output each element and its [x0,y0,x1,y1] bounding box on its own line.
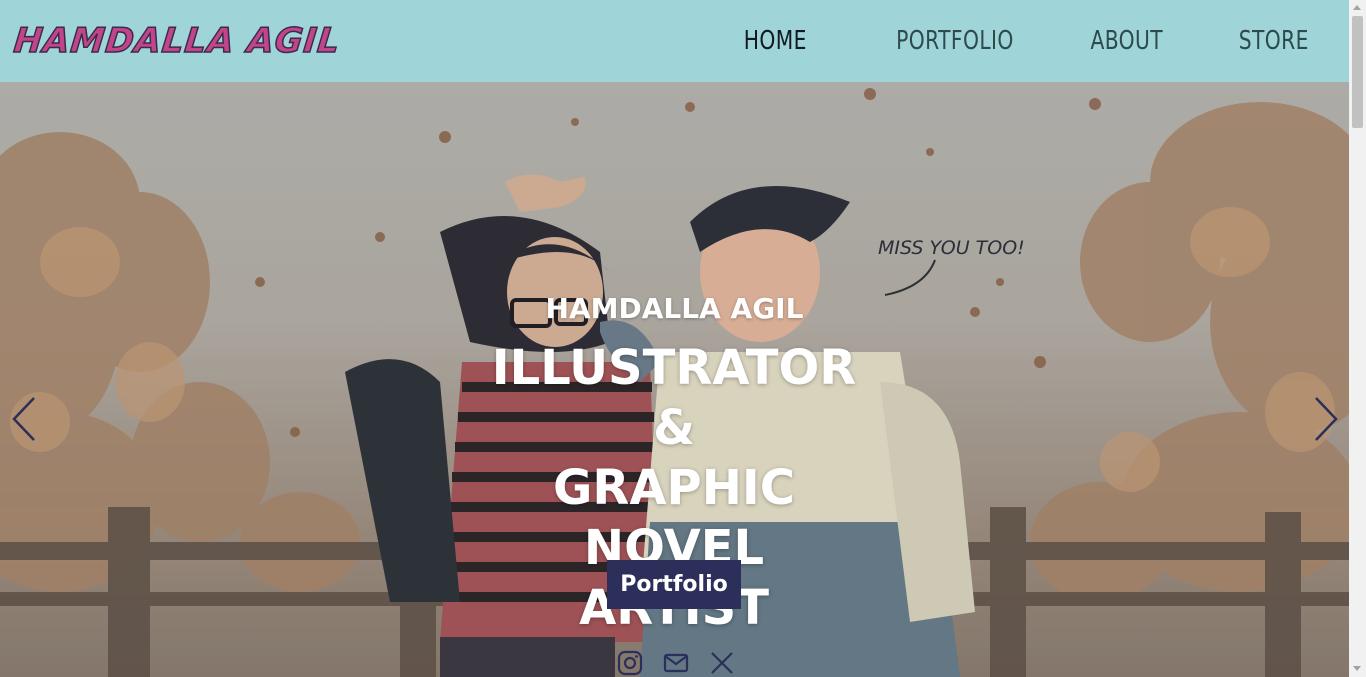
portfolio-button[interactable]: Portfolio [607,560,741,609]
nav-home[interactable]: HOME [744,26,807,56]
hero-slider: MISS YOU TOO! HAMDALLA AGIL ILLUSTRATOR … [0,82,1349,677]
next-slide-arrow-icon[interactable] [1310,395,1340,443]
instagram-icon[interactable] [616,649,644,677]
previous-slide-arrow-icon[interactable] [10,395,40,443]
nav-about[interactable]: ABOUT [1091,26,1164,56]
nav-portfolio[interactable]: PORTFOLIO [897,26,1015,56]
main-nav: HOME PORTFOLIO ABOUT STORE [670,26,1309,56]
scroll-thumb[interactable] [1352,16,1363,128]
social-links [616,649,736,677]
mail-icon[interactable] [662,649,690,677]
nav-store[interactable]: STORE [1239,26,1309,56]
page-scrollbar[interactable] [1349,0,1366,677]
hero-name: HAMDALLA AGIL [545,292,804,325]
scroll-down-icon[interactable] [1353,666,1361,671]
site-logo[interactable]: HAMDALLA AGIL [11,20,343,62]
scroll-up-icon[interactable] [1353,5,1361,10]
hero-title-line-1: ILLUSTRATOR & [491,340,857,456]
site-header: HAMDALLA AGIL HOME PORTFOLIO ABOUT STORE [0,0,1349,82]
x-icon[interactable] [708,649,736,677]
